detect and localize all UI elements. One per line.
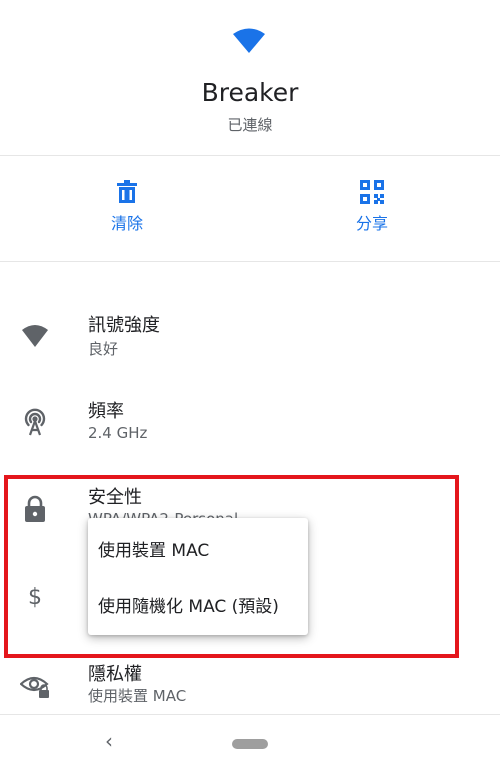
network-header: Breaker 已連線 (0, 0, 500, 155)
privacy-title: 隱私權 (88, 664, 142, 685)
trash-icon (117, 180, 137, 203)
home-pill-icon[interactable] (232, 739, 268, 749)
network-name: Breaker (201, 78, 299, 107)
mac-address-menu: 使用裝置 MAC 使用隨機化 MAC (預設) (88, 518, 308, 635)
forget-button[interactable]: 清除 (67, 172, 187, 242)
frequency-value: 2.4 GHz (88, 424, 148, 442)
signal-strength-row: 訊號強度 良好 (0, 300, 500, 370)
frequency-title: 頻率 (88, 401, 124, 422)
divider (0, 155, 500, 156)
qr-code-icon (360, 180, 384, 204)
navigation-bar: ‹ (0, 715, 500, 767)
menu-item-device-mac[interactable]: 使用裝置 MAC (88, 526, 308, 576)
wifi-tower-icon (24, 408, 46, 436)
signal-strength-value: 良好 (88, 340, 119, 358)
wifi-network-details-screen: Breaker 已連線 清除 分享 訊號強度 良好 頻率 2.4 GHz 安全性… (0, 0, 500, 767)
share-button[interactable]: 分享 (312, 172, 432, 242)
privacy-value: 使用裝置 MAC (88, 687, 187, 705)
signal-strength-title: 訊號強度 (88, 315, 160, 336)
wifi-signal-icon (22, 325, 48, 347)
wifi-icon (233, 28, 265, 53)
forget-label: 清除 (110, 214, 143, 233)
connection-status: 已連線 (227, 116, 273, 134)
menu-item-randomized-mac[interactable]: 使用隨機化 MAC (預設) (88, 582, 308, 632)
frequency-row: 頻率 2.4 GHz (0, 386, 500, 456)
divider (0, 261, 500, 262)
eye-privacy-icon (20, 676, 49, 698)
share-label: 分享 (355, 214, 388, 233)
back-icon[interactable]: ‹ (98, 729, 120, 753)
privacy-row[interactable]: 隱私權 使用裝置 MAC (0, 648, 500, 718)
